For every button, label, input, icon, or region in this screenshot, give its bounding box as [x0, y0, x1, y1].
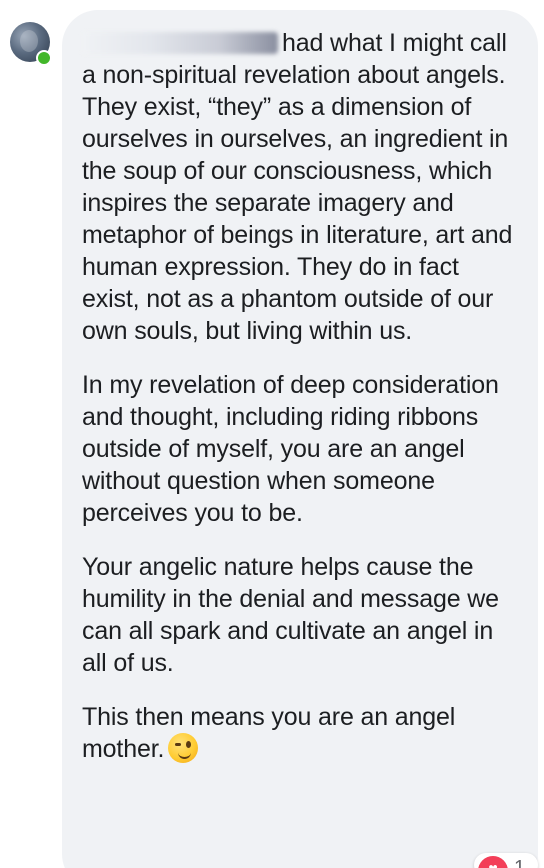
online-status-icon [36, 50, 52, 66]
reaction-count: 1 [514, 857, 526, 868]
comment-paragraph-4: This then means you are an angel mother. [82, 701, 522, 765]
comment-paragraph-3: Your angelic nature helps cause the humi… [82, 553, 499, 677]
comment-paragraph-2: In my revelation of deep consideration a… [82, 371, 499, 527]
paragraph-4-text: This then means you are an angel mother. [82, 703, 456, 763]
heart-icon: ♥ [478, 856, 508, 868]
comment-body: had what I might call a non-spiritual re… [82, 27, 522, 787]
reaction-summary[interactable]: ♥ 1 [474, 853, 538, 868]
paragraph-1-text: had what I might call a non-spiritual re… [82, 29, 513, 345]
author-name-redacted[interactable] [82, 32, 278, 54]
comment-paragraph-1: had what I might call a non-spiritual re… [82, 27, 522, 347]
winking-face-icon [168, 733, 199, 763]
